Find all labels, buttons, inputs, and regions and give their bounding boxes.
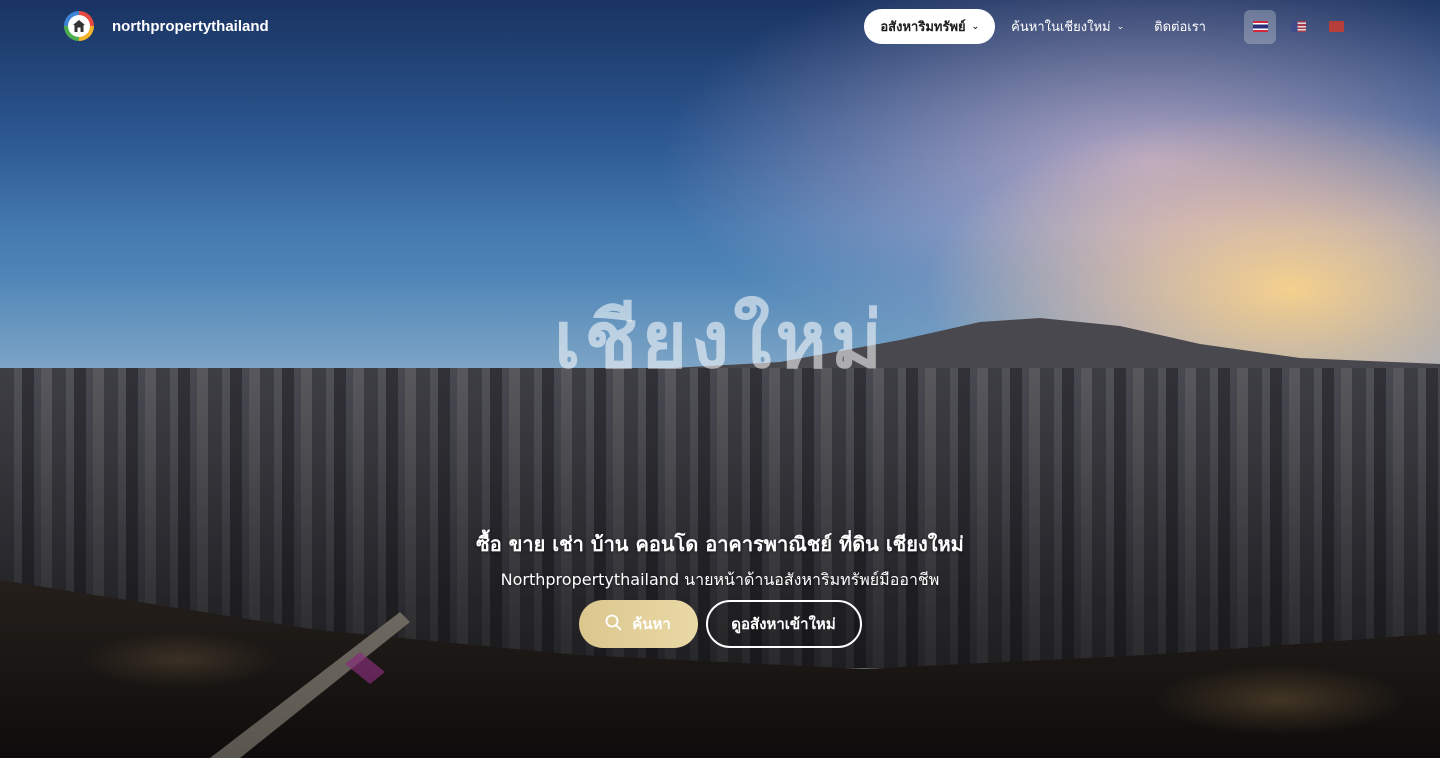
nav-contact-link[interactable]: ติดต่อเรา	[1154, 16, 1206, 37]
hero-subtitle: Northpropertythailand นายหน้าด้านอสังหาร…	[500, 570, 940, 589]
hero-watermark-text: เชียงใหม่	[553, 296, 887, 386]
lang-chinese-button[interactable]	[1320, 10, 1352, 44]
brand-link[interactable]: northpropertythailand	[64, 11, 269, 41]
hero-actions: ค้นหา ดูอสังหาเข้าใหม่	[0, 600, 1440, 648]
brand-name: northpropertythailand	[112, 17, 269, 35]
chevron-down-icon: ⌄	[971, 21, 980, 32]
nav-properties-dropdown[interactable]: อสังหาริมทรัพย์ ⌄	[864, 9, 996, 44]
main-nav: อสังหาริมทรัพย์ ⌄ ค้นหาในเชียงใหม่ ⌄ ติด…	[864, 9, 1352, 44]
search-button-label: ค้นหา	[632, 615, 671, 633]
search-icon	[605, 614, 622, 635]
language-switcher	[1244, 9, 1352, 44]
china-flag-icon	[1328, 21, 1344, 32]
search-button[interactable]: ค้นหา	[578, 600, 698, 648]
new-listings-button[interactable]: ดูอสังหาเข้าใหม่	[705, 600, 862, 648]
lang-english-button[interactable]	[1282, 10, 1314, 44]
nav-search-chiangmai-dropdown[interactable]: ค้นหาในเชียงใหม่ ⌄	[1011, 16, 1124, 37]
site-header: northpropertythailand อสังหาริมทรัพย์ ⌄ …	[0, 0, 1440, 56]
hero-section: ซื้อ ขาย เช่า บ้าน คอนโด อาคารพาณิชย์ ที…	[0, 528, 1440, 593]
usa-flag-icon	[1290, 21, 1306, 32]
hero-title: ซื้อ ขาย เช่า บ้าน คอนโด อาคารพาณิชย์ ที…	[476, 532, 964, 556]
chevron-down-icon: ⌄	[1116, 21, 1125, 32]
house-logo-icon	[64, 11, 94, 41]
new-listings-button-label: ดูอสังหาเข้าใหม่	[731, 615, 836, 633]
lang-thai-button[interactable]	[1244, 9, 1276, 44]
thailand-flag-icon	[1252, 21, 1268, 32]
nav-search-chiangmai-label: ค้นหาในเชียงใหม่	[1011, 20, 1111, 35]
nav-contact-label: ติดต่อเรา	[1154, 20, 1206, 35]
nav-properties-label: อสังหาริมทรัพย์	[880, 20, 966, 35]
